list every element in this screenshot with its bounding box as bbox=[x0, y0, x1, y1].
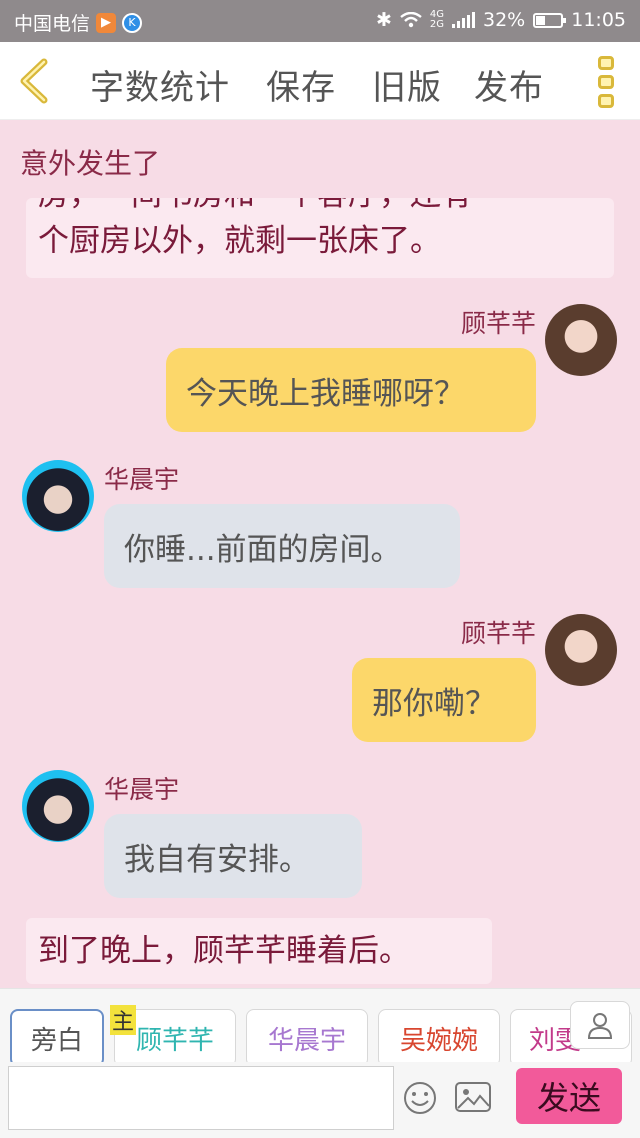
chat-bubble-right[interactable]: 今天晚上我睡哪呀？ bbox=[166, 348, 536, 432]
network-type: 4G 2G bbox=[429, 9, 444, 30]
video-app-icon: ▶ bbox=[96, 12, 117, 33]
narration-text: 个厨房以外，就剩一张床了。 bbox=[38, 223, 441, 259]
narration-text-cut: 房，一间书房和一个客厅，还有一 bbox=[38, 198, 503, 218]
narration-text: 到了晚上，顾芊芊睡着后。 bbox=[38, 933, 410, 969]
chat-bubble-right[interactable]: 那你嘞？ bbox=[352, 658, 536, 742]
avatar-huachenyu[interactable] bbox=[22, 770, 94, 842]
speaker-name: 顾芊芊 bbox=[460, 619, 536, 648]
chat-bubble-left[interactable]: 你睡...前面的房间。 bbox=[104, 504, 460, 588]
narration-bubble[interactable]: 到了晚上，顾芊芊睡着后。 bbox=[26, 918, 492, 984]
send-button[interactable]: 发送 bbox=[516, 1068, 622, 1124]
user-icon bbox=[587, 1013, 613, 1039]
avatar-guqianqian[interactable] bbox=[545, 614, 617, 686]
battery-icon bbox=[533, 12, 567, 28]
role-selector-bar: 旁白 顾芊芊 主 华晨宇 吴婉婉 刘雯 bbox=[0, 988, 640, 1068]
word-count-button[interactable]: 字数统计 bbox=[90, 60, 230, 109]
message-text: 今天晚上我睡哪呀？ bbox=[186, 375, 465, 412]
emoji-icon[interactable] bbox=[402, 1080, 438, 1116]
input-bar: 发送 bbox=[0, 1062, 640, 1138]
main-character-badge: 主 bbox=[110, 1005, 136, 1035]
message-text: 你睡...前面的房间。 bbox=[124, 531, 402, 568]
chat-bubble-left[interactable]: 我自有安排。 bbox=[104, 814, 362, 898]
editor-toolbar: 字数统计 保存 旧版 发布 bbox=[0, 42, 640, 120]
role-huachenyu-button[interactable]: 华晨宇 bbox=[246, 1009, 368, 1067]
narration-bubble[interactable]: 房，一间书房和一个客厅，还有一 个厨房以外，就剩一张床了。 bbox=[26, 198, 614, 278]
avatar-guqianqian[interactable] bbox=[545, 304, 617, 376]
k-app-icon: K bbox=[122, 12, 143, 33]
speaker-name: 华晨宇 bbox=[104, 775, 180, 804]
speaker-name: 华晨宇 bbox=[104, 465, 180, 494]
role-wuwanwan-button[interactable]: 吴婉婉 bbox=[378, 1009, 500, 1067]
battery-percent: 32% bbox=[483, 9, 526, 31]
role-label: 吴婉婉 bbox=[399, 1025, 478, 1056]
avatar-huachenyu[interactable] bbox=[22, 460, 94, 532]
publish-button[interactable]: 发布 bbox=[474, 60, 544, 109]
speaker-name: 顾芊芊 bbox=[460, 309, 536, 338]
back-icon[interactable] bbox=[16, 58, 56, 104]
image-icon[interactable] bbox=[454, 1080, 492, 1114]
chapter-title[interactable]: 意外发生了 bbox=[20, 142, 160, 182]
role-label: 旁白 bbox=[30, 1025, 83, 1056]
carrier-label: 中国电信 bbox=[14, 13, 91, 35]
old-version-button[interactable]: 旧版 bbox=[372, 60, 442, 109]
message-text: 我自有安排。 bbox=[124, 841, 310, 878]
add-role-button[interactable] bbox=[570, 1001, 630, 1049]
signal-icon bbox=[452, 12, 475, 28]
status-bar: 中国电信 ▶ K ✱ 4G 2G 32% 11:05 bbox=[0, 0, 640, 42]
message-text: 那你嘞？ bbox=[372, 685, 496, 722]
role-label: 顾芊芊 bbox=[135, 1025, 214, 1056]
save-button[interactable]: 保存 bbox=[266, 60, 336, 109]
bluetooth-icon: ✱ bbox=[375, 9, 392, 31]
wifi-icon bbox=[400, 12, 422, 28]
message-input[interactable] bbox=[8, 1066, 394, 1130]
role-label: 华晨宇 bbox=[267, 1025, 346, 1056]
more-menu-icon[interactable] bbox=[598, 56, 618, 108]
clock: 11:05 bbox=[571, 9, 626, 31]
role-narrator-button[interactable]: 旁白 bbox=[10, 1009, 104, 1067]
